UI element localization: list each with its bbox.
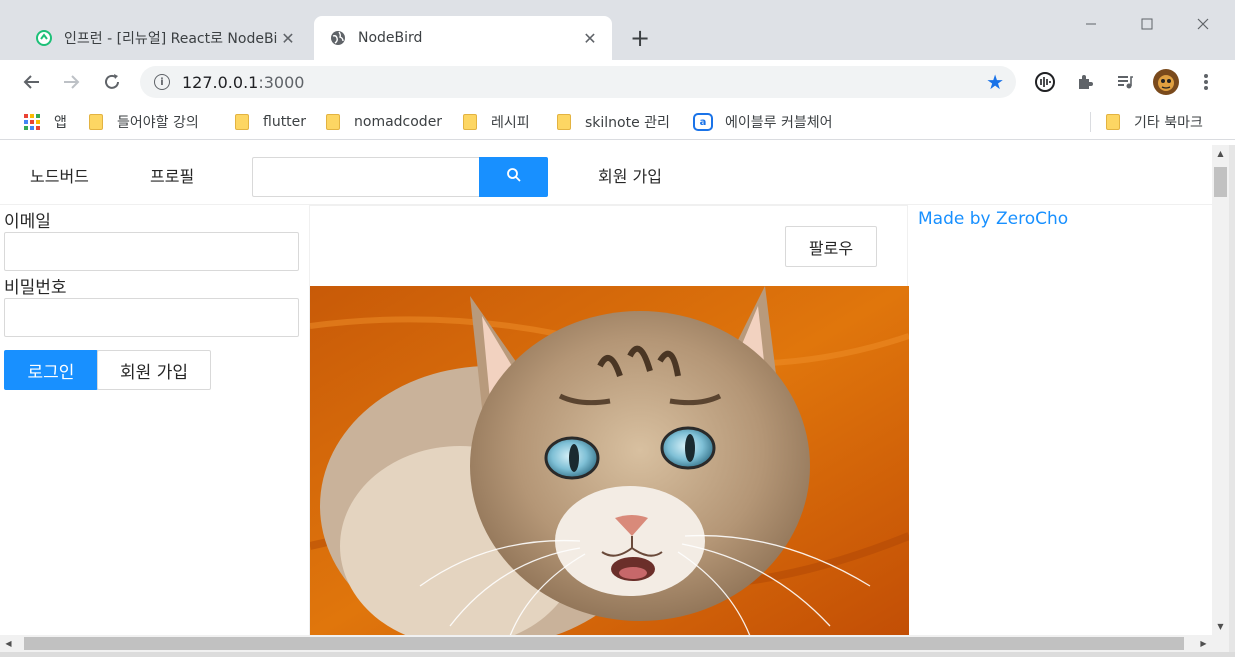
close-icon[interactable]: ✕ [580,28,600,48]
forward-arrow-icon[interactable] [55,66,87,98]
bookmark-label: nomadcoder [354,114,443,130]
signup-button[interactable]: 회원 가입 [97,350,211,390]
kebab-menu-icon[interactable] [1192,68,1220,96]
tab-title: NodeBird [358,30,423,46]
minimize-icon[interactable] [1063,8,1119,40]
folder-icon [89,114,103,130]
follow-button[interactable]: 팔로우 [785,226,877,267]
scroll-up-arrow-icon[interactable]: ▲ [1212,145,1229,162]
search-button[interactable] [479,157,548,197]
tab-inflearn[interactable]: 인프런 - [리뉴얼] React로 NodeBird SNS 만들기 ✕ [20,16,310,60]
scroll-left-arrow-icon[interactable]: ◀ [0,635,17,652]
vertical-scroll-thumb[interactable] [1214,167,1227,197]
folder-icon [557,114,571,130]
browser-toolbar: i 127.0.0.1:3000 ★ [0,60,1235,104]
bookmark-folder-lectures[interactable]: 들어야할 강의 [89,110,199,134]
search-bar [252,157,548,197]
bookmark-folder-skilnote[interactable]: skilnote 관리 [557,110,670,134]
url-port: :3000 [258,72,305,92]
menu-item-home[interactable]: 노드버드 [30,163,89,187]
avatar[interactable] [1152,68,1180,96]
bookmark-site-ablue[interactable]: a 에이블루 커블체어 [693,110,833,134]
page-viewport: 노드버드 프로필 회원 가입 이메일 비밀번호 로그인 회원 가입 팔로우 Ma… [0,145,1212,635]
menu-item-profile[interactable]: 프로필 [150,163,194,187]
maximize-icon[interactable] [1119,8,1175,40]
post-image[interactable] [310,286,909,635]
menu-item-signup[interactable]: 회원 가입 [598,163,662,187]
password-label: 비밀번호 [4,278,67,298]
folder-icon [463,114,477,130]
post-card: 팔로우 [309,205,909,635]
window-bottom-edge [0,652,1235,657]
folder-icon [235,114,249,130]
reload-icon[interactable] [96,66,128,98]
bookmark-folder-nomadcoder[interactable]: nomadcoder [326,110,442,134]
password-field[interactable] [4,298,299,337]
bookmarks-separator [1090,112,1091,132]
globe-icon [330,30,346,46]
folder-icon [1106,114,1120,130]
bookmark-label: 레시피 [491,115,530,131]
puzzle-extensions-icon[interactable] [1071,68,1099,96]
close-icon[interactable]: ✕ [278,28,298,48]
new-tab-button[interactable]: + [626,24,654,52]
search-icon [506,167,522,187]
search-input[interactable] [252,157,479,197]
inflearn-favicon-icon [36,30,52,46]
bookmark-label: 기타 북마크 [1134,115,1203,131]
bookmark-apps[interactable]: 앱 [24,110,67,134]
bookmarks-bar: 앱 들어야할 강의 flutter nomadcoder 레시피 skilnot… [0,104,1235,140]
bookmark-label: 들어야할 강의 [117,115,199,131]
tab-title: 인프런 - [리뉴얼] React로 NodeBird SNS 만들기 [64,31,278,47]
credit-link[interactable]: Made by ZeroCho [918,209,1068,229]
vertical-scrollbar[interactable]: ▲ ▼ [1212,145,1229,635]
address-bar[interactable]: i 127.0.0.1:3000 ★ [140,66,1016,98]
email-field[interactable] [4,232,299,271]
apps-grid-icon [24,114,40,130]
bookmark-folder-flutter[interactable]: flutter [235,110,306,134]
scroll-right-arrow-icon[interactable]: ▶ [1195,635,1212,652]
star-icon[interactable]: ★ [986,70,1004,94]
window-close-icon[interactable] [1175,8,1231,40]
horizontal-scrollbar[interactable]: ◀ ▶ [0,635,1229,652]
media-queue-icon[interactable] [1111,68,1139,96]
back-arrow-icon[interactable] [16,66,48,98]
scroll-down-arrow-icon[interactable]: ▼ [1212,618,1229,635]
top-menu: 노드버드 프로필 회원 가입 [0,145,1212,205]
bookmark-label: flutter [263,114,307,130]
url-host: 127.0.0.1 [182,72,259,92]
audio-extension-icon[interactable] [1031,68,1059,96]
bookmark-label: 앱 [54,115,67,131]
login-button[interactable]: 로그인 [4,350,98,390]
bookmark-other[interactable]: 기타 북마크 [1106,110,1203,134]
horizontal-scroll-thumb[interactable] [24,637,1184,650]
tab-nodebird[interactable]: NodeBird ✕ [314,16,612,60]
browser-titlebar: 인프런 - [리뉴얼] React로 NodeBird SNS 만들기 ✕ No… [0,0,1235,60]
bookmark-label: 에이블루 커블체어 [725,115,833,131]
window-right-edge [1229,145,1235,657]
folder-icon [326,114,340,130]
email-label: 이메일 [4,212,51,232]
ablue-site-icon: a [693,113,713,131]
bookmark-folder-recipe[interactable]: 레시피 [463,110,530,134]
info-icon[interactable]: i [154,74,170,90]
bookmark-label: skilnote 관리 [585,115,670,131]
post-card-header: 팔로우 [310,206,909,286]
